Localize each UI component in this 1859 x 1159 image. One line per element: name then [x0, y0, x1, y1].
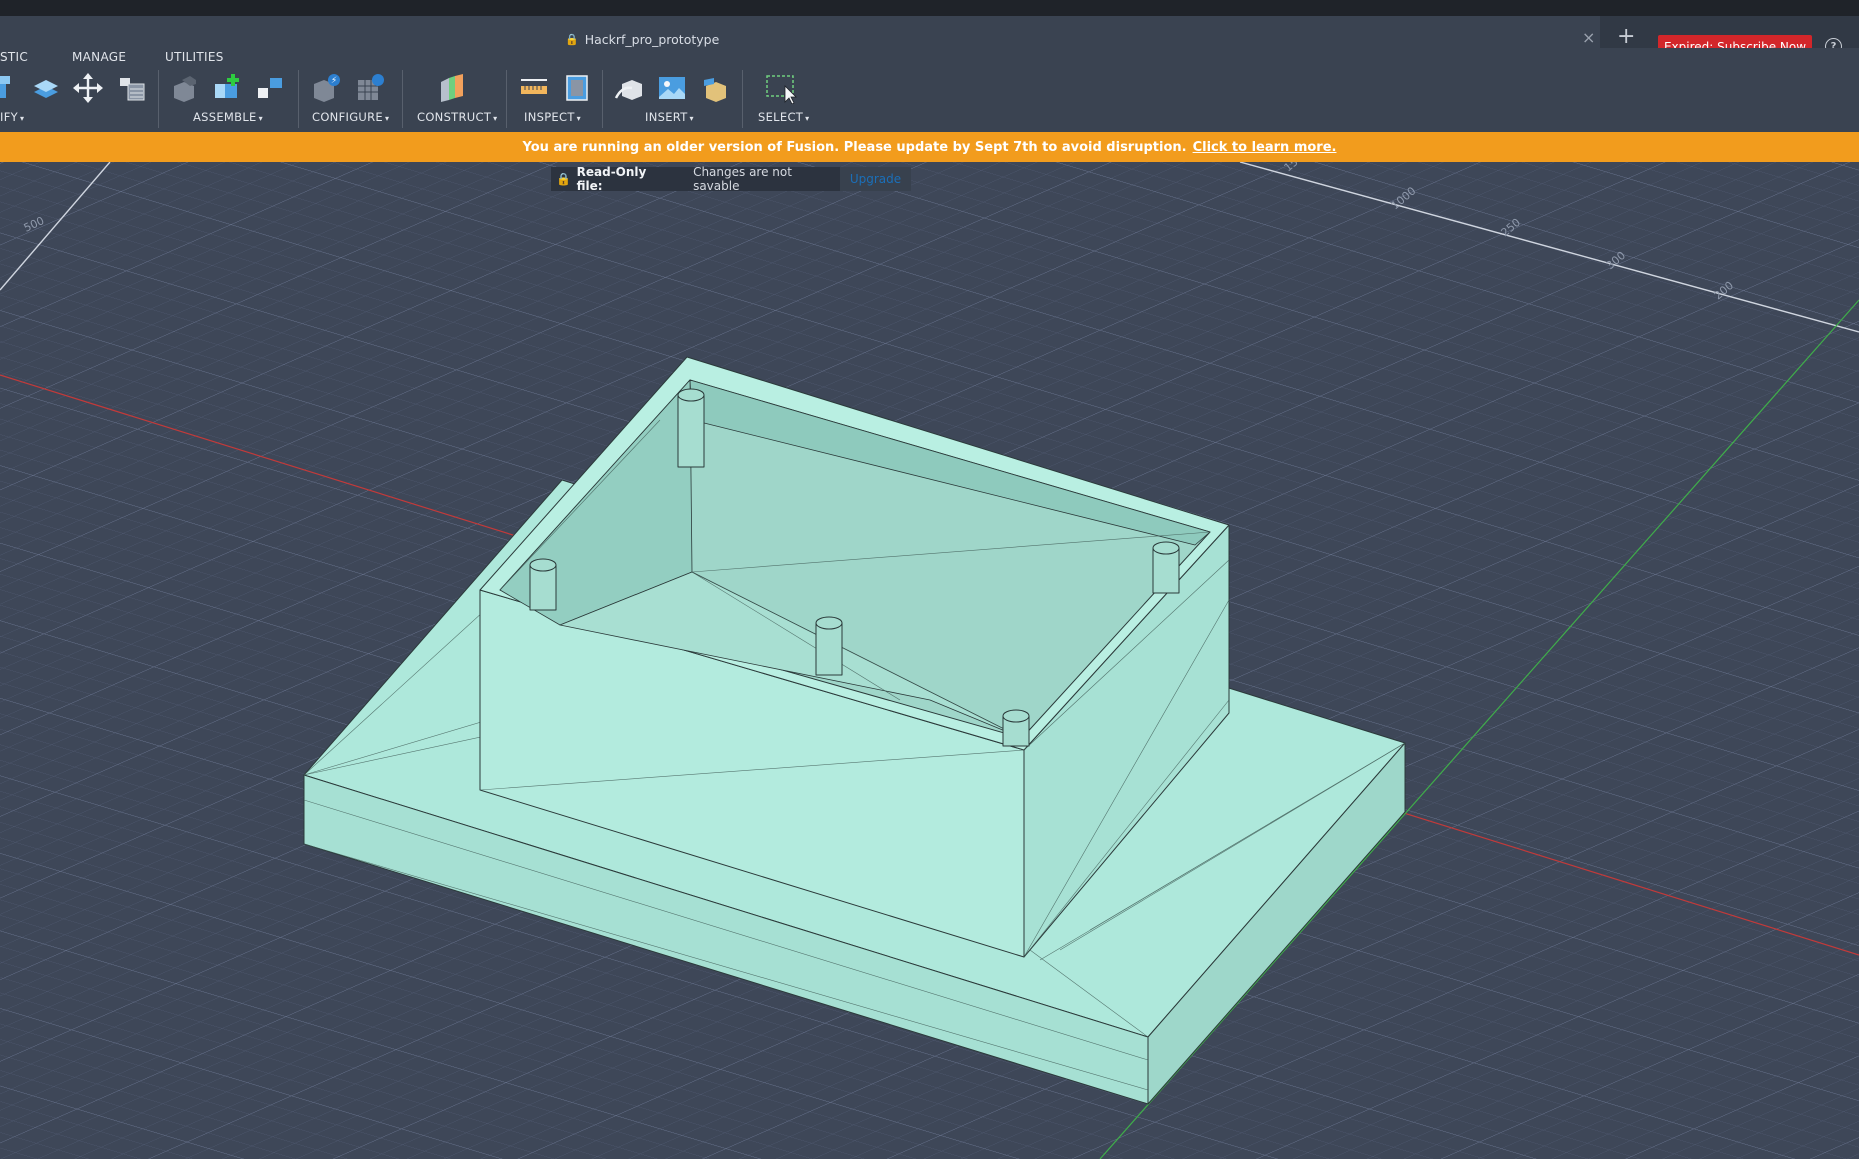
tab-manage[interactable]: MANAGE: [72, 50, 126, 64]
os-title-bar: [0, 0, 1859, 16]
offset-plane-icon[interactable]: [437, 72, 469, 104]
chevron-down-icon: ▾: [19, 114, 25, 123]
upgrade-button[interactable]: Upgrade: [840, 167, 911, 191]
separator: [158, 70, 159, 128]
separator: [602, 70, 603, 128]
separator: [402, 70, 403, 128]
readonly-label: Read-Only file:: [576, 165, 647, 193]
chevron-down-icon: ▾: [576, 114, 581, 123]
close-tab-icon[interactable]: ×: [1582, 28, 1595, 47]
viewport-canvas[interactable]: 500 150 1000 250 300 200: [0, 162, 1859, 1159]
chevron-down-icon: ▾: [384, 114, 390, 123]
tab-stic[interactable]: STIC: [0, 50, 28, 64]
insert-derive-icon[interactable]: [614, 72, 646, 104]
group-inspect-label: INSPECT: [524, 110, 575, 124]
as-built-joint-icon[interactable]: [254, 72, 286, 104]
chevron-down-icon: ▾: [258, 114, 263, 123]
group-modify-label: IFY: [0, 110, 18, 124]
group-insert[interactable]: INSERT ▾: [645, 110, 694, 124]
lock-icon: 🔒: [556, 172, 572, 186]
window-select-icon[interactable]: [765, 72, 797, 104]
lock-icon: 🔒: [565, 33, 579, 46]
configuration-table-icon[interactable]: [354, 72, 386, 104]
press-pull-icon[interactable]: [0, 72, 14, 104]
fillet-icon[interactable]: [30, 72, 62, 104]
svg-text:⚡: ⚡: [331, 76, 337, 86]
insert-mcmaster-icon[interactable]: [700, 72, 732, 104]
group-select[interactable]: SELECT ▾: [758, 110, 809, 124]
group-insert-label: INSERT: [645, 110, 688, 124]
insert-image-icon[interactable]: [656, 72, 688, 104]
group-configure[interactable]: CONFIGURE ▾: [312, 110, 389, 124]
readonly-status: Changes are not savable: [693, 165, 792, 193]
update-warning-text: You are running an older version of Fusi…: [522, 139, 1187, 155]
update-warning-banner: You are running an older version of Fusi…: [0, 132, 1859, 162]
learn-more-link[interactable]: Click to learn more.: [1193, 140, 1337, 155]
separator: [506, 70, 507, 128]
document-title-text: Hackrf_pro_prototype: [584, 32, 720, 47]
new-tab-plus-icon[interactable]: +: [1617, 26, 1635, 48]
ribbon-toolbar: STIC MANAGE UTILITIES IFY ▾ ASSEMBLE ▾ ⚡ C…: [0, 48, 1859, 132]
chevron-down-icon: ▾: [805, 114, 810, 123]
group-select-label: SELECT: [758, 110, 804, 124]
move-icon[interactable]: [72, 72, 104, 104]
3d-viewport[interactable]: 500 150 1000 250 300 200: [0, 162, 1859, 1159]
new-component-icon[interactable]: [170, 72, 202, 104]
group-modify[interactable]: IFY ▾: [0, 110, 24, 124]
group-construct[interactable]: CONSTRUCT ▾: [417, 110, 498, 124]
group-construct-label: CONSTRUCT: [417, 110, 492, 124]
section-analysis-icon[interactable]: [561, 72, 593, 104]
joint-icon[interactable]: [211, 72, 243, 104]
readonly-bar: 🔒 Read-Only file: Changes are not savabl…: [551, 165, 911, 193]
group-assemble-label: ASSEMBLE: [193, 110, 257, 124]
change-parameters-icon[interactable]: [116, 72, 148, 104]
measure-icon[interactable]: [518, 72, 550, 104]
chevron-down-icon: ▾: [493, 114, 498, 123]
chevron-down-icon: ▾: [689, 114, 694, 123]
separator: [298, 70, 299, 128]
group-configure-label: CONFIGURE: [312, 110, 383, 124]
configure-design-icon[interactable]: ⚡: [310, 72, 342, 104]
separator: [742, 70, 743, 128]
document-title: 🔒 Hackrf_pro_prototype: [565, 32, 719, 47]
group-inspect[interactable]: INSPECT ▾: [524, 110, 581, 124]
group-assemble[interactable]: ASSEMBLE ▾: [193, 110, 263, 124]
tab-utilities[interactable]: UTILITIES: [165, 50, 224, 64]
